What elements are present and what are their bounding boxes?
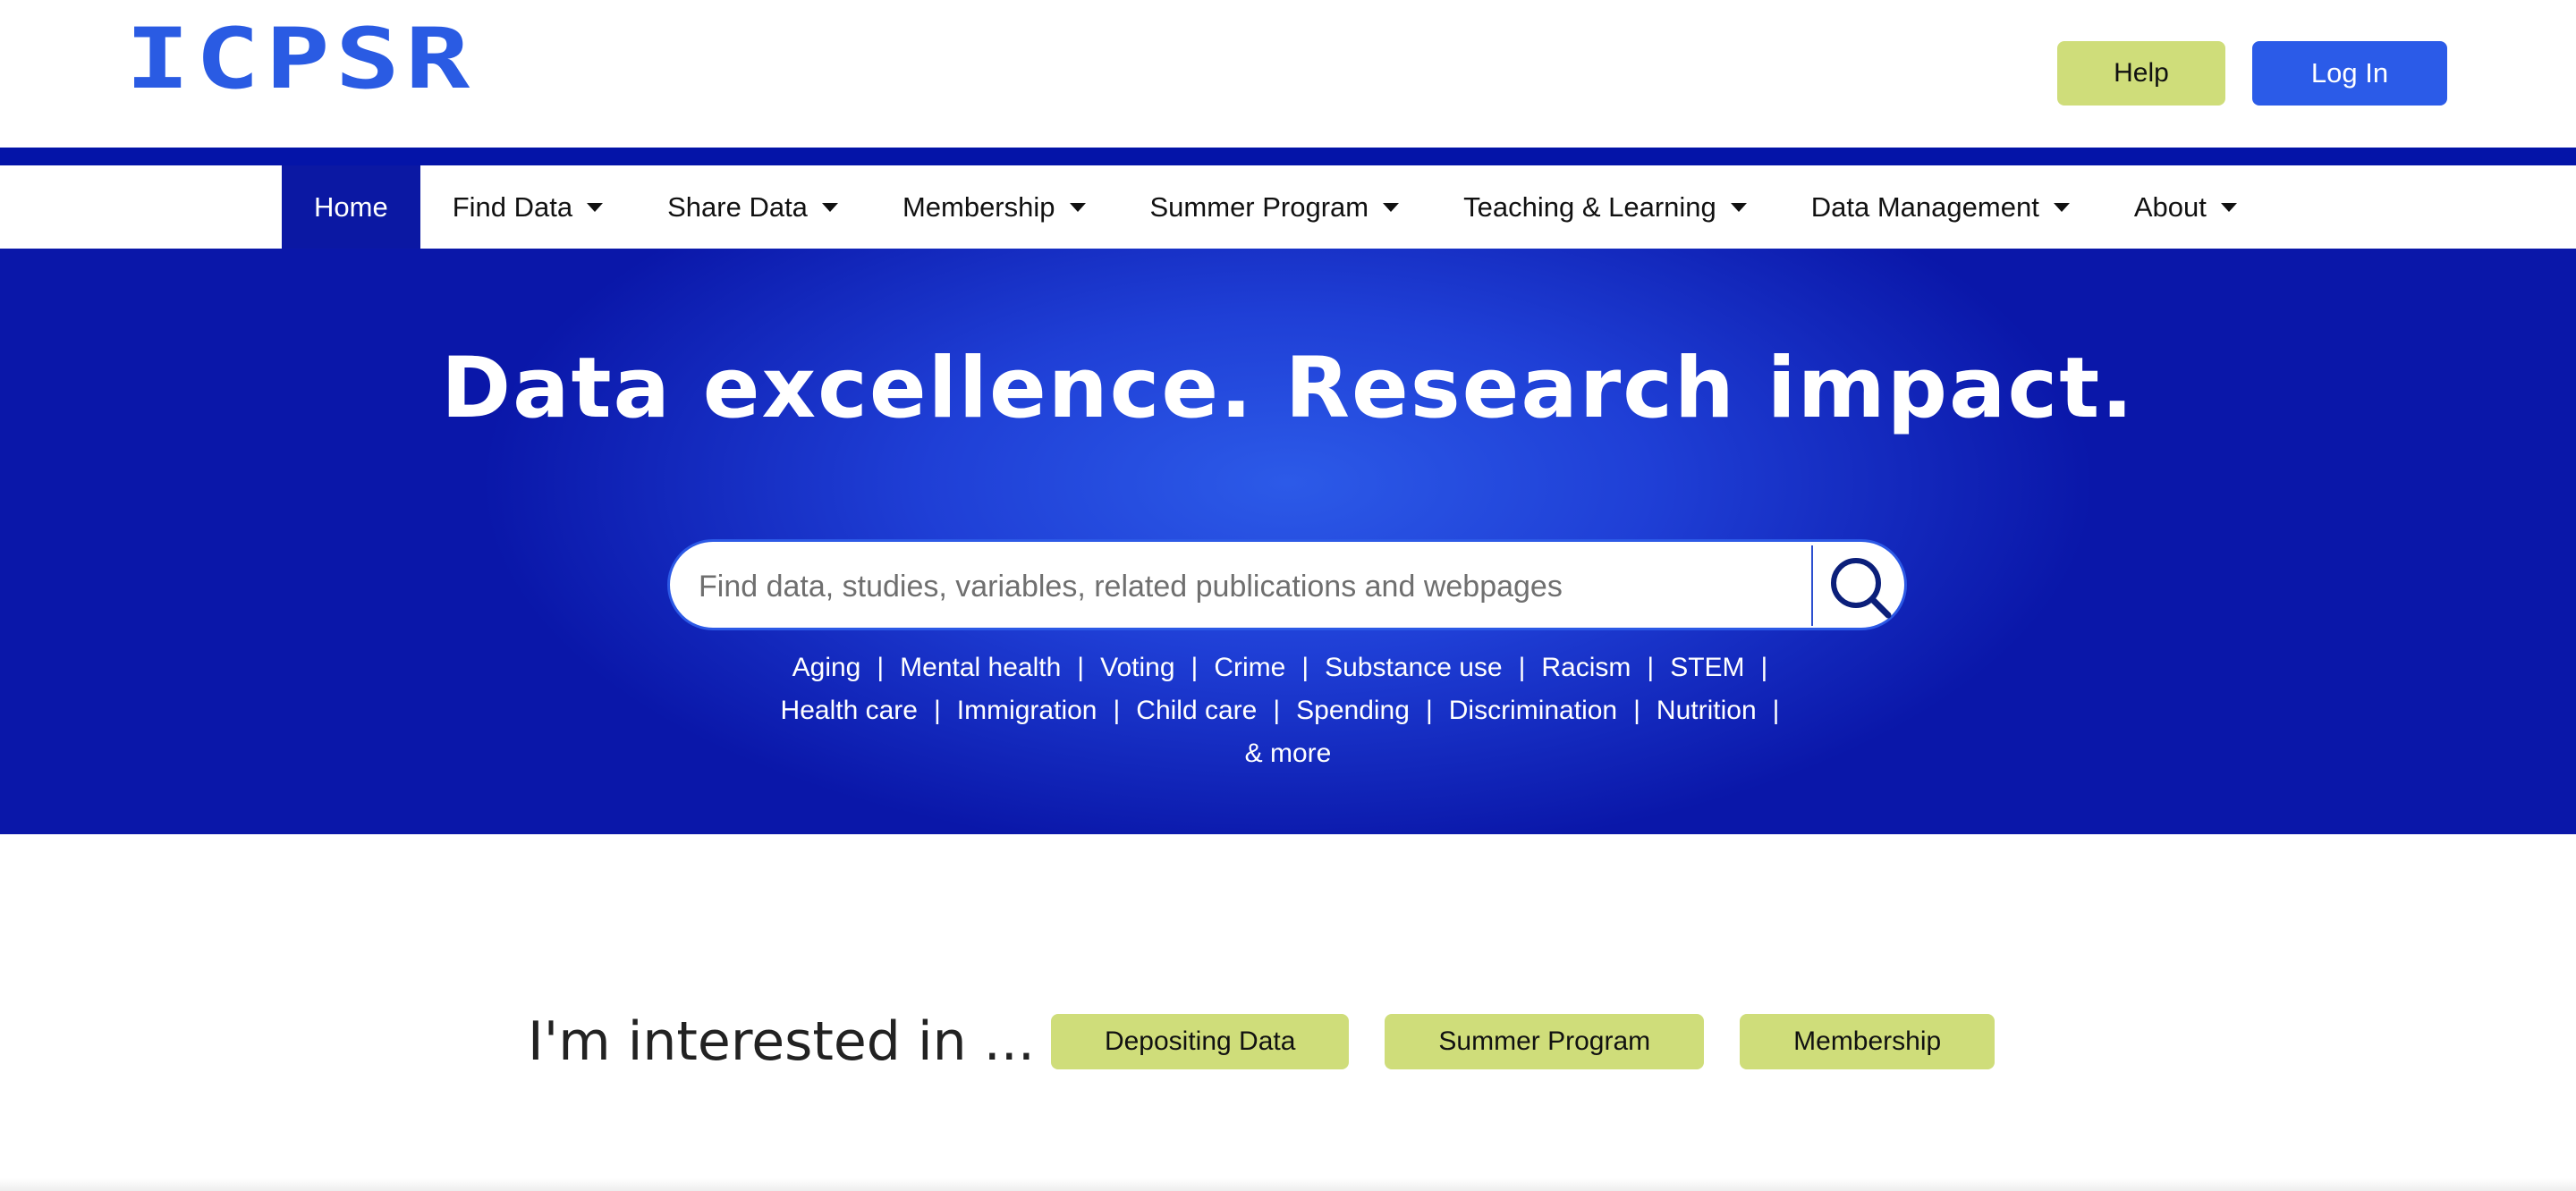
topic-link-discrimination[interactable]: Discrimination	[1449, 696, 1617, 725]
caret-down-icon	[587, 202, 604, 212]
topic-separator: |	[877, 653, 885, 682]
search-bar	[667, 539, 1907, 630]
caret-down-icon	[2220, 202, 2237, 212]
topic-separator: |	[1113, 696, 1121, 725]
topic-link-spending[interactable]: Spending	[1296, 696, 1410, 725]
topic-separator: |	[1077, 653, 1085, 682]
topic-separator: |	[1518, 653, 1526, 682]
topic-separator: |	[1425, 696, 1433, 725]
topic-link-aging[interactable]: Aging	[792, 653, 861, 682]
nav-item-teaching-learning[interactable]: Teaching & Learning	[1431, 165, 1779, 249]
search-button[interactable]	[1815, 542, 1904, 628]
topic-separator: |	[1647, 653, 1655, 682]
topic-link-racism[interactable]: Racism	[1541, 653, 1631, 682]
topic-link-health-care[interactable]: Health care	[781, 696, 918, 725]
topic-link-mental-health[interactable]: Mental health	[900, 653, 1061, 682]
nav-item-find-data[interactable]: Find Data	[420, 165, 635, 249]
topic-separator: |	[1273, 696, 1281, 725]
nav-item-label: Share Data	[667, 190, 808, 223]
topic-link-more[interactable]: & more	[1245, 739, 1332, 768]
search-input[interactable]	[697, 551, 1792, 622]
search-divider	[1811, 545, 1813, 626]
caret-down-icon	[1730, 202, 1747, 212]
topic-link-immigration[interactable]: Immigration	[957, 696, 1097, 725]
interested-section: I'm interested in ... Depositing Data Su…	[528, 1010, 2030, 1073]
topic-link-nutrition[interactable]: Nutrition	[1657, 696, 1757, 725]
login-button[interactable]: Log In	[2252, 41, 2447, 106]
topic-separator: |	[1633, 696, 1640, 725]
topic-separator: |	[1301, 653, 1309, 682]
topic-separator: |	[1772, 696, 1780, 725]
hero-banner: Data excellence. Research impact. Aging |…	[0, 249, 2576, 834]
depositing-data-button[interactable]: Depositing Data	[1050, 1014, 1350, 1069]
nav-item-label: Membership	[902, 190, 1055, 223]
caret-down-icon	[2053, 202, 2070, 212]
topic-link-crime[interactable]: Crime	[1214, 653, 1285, 682]
topic-separator: |	[1760, 653, 1768, 682]
topic-links: Aging | Mental health | Voting | Crime | Substan…	[707, 646, 1869, 775]
main-nav: Home Find Data Share Data Membership Sum…	[0, 165, 2576, 249]
hero-title: Data excellence. Research impact.	[441, 340, 2135, 437]
nav-item-share-data[interactable]: Share Data	[635, 165, 870, 249]
topic-link-substance-use[interactable]: Substance use	[1325, 653, 1502, 682]
nav-item-label: Teaching & Learning	[1463, 190, 1716, 223]
topic-link-stem[interactable]: STEM	[1670, 653, 1744, 682]
nav-item-summer-program[interactable]: Summer Program	[1118, 165, 1432, 249]
site-header: ICPSR Help Log In	[0, 0, 2576, 148]
icpsr-logo[interactable]: ICPSR	[125, 18, 475, 102]
caret-down-icon	[1383, 202, 1400, 212]
nav-item-home[interactable]: Home	[282, 165, 420, 249]
nav-item-label: Home	[314, 190, 388, 223]
caret-down-icon	[1069, 202, 1086, 212]
nav-item-label: Data Management	[1810, 190, 2039, 223]
summer-program-button[interactable]: Summer Program	[1385, 1014, 1705, 1069]
help-button[interactable]: Help	[2057, 41, 2225, 106]
nav-item-data-management[interactable]: Data Management	[1779, 165, 2102, 249]
header-divider-bar	[0, 148, 2576, 165]
nav-item-label: About	[2133, 190, 2207, 223]
nav-item-membership[interactable]: Membership	[870, 165, 1118, 249]
topic-link-voting[interactable]: Voting	[1100, 653, 1174, 682]
caret-down-icon	[821, 202, 838, 212]
topic-separator: |	[1191, 653, 1199, 682]
nav-item-label: Summer Program	[1149, 190, 1369, 223]
membership-button[interactable]: Membership	[1740, 1014, 1996, 1069]
nav-item-label: Find Data	[452, 190, 573, 223]
interested-label: I'm interested in ...	[528, 1010, 1035, 1073]
nav-item-about[interactable]: About	[2102, 165, 2269, 249]
topic-link-child-care[interactable]: Child care	[1136, 696, 1257, 725]
page-bottom-edge	[0, 1178, 2576, 1191]
topic-separator: |	[933, 696, 941, 725]
search-icon	[1831, 558, 1892, 619]
